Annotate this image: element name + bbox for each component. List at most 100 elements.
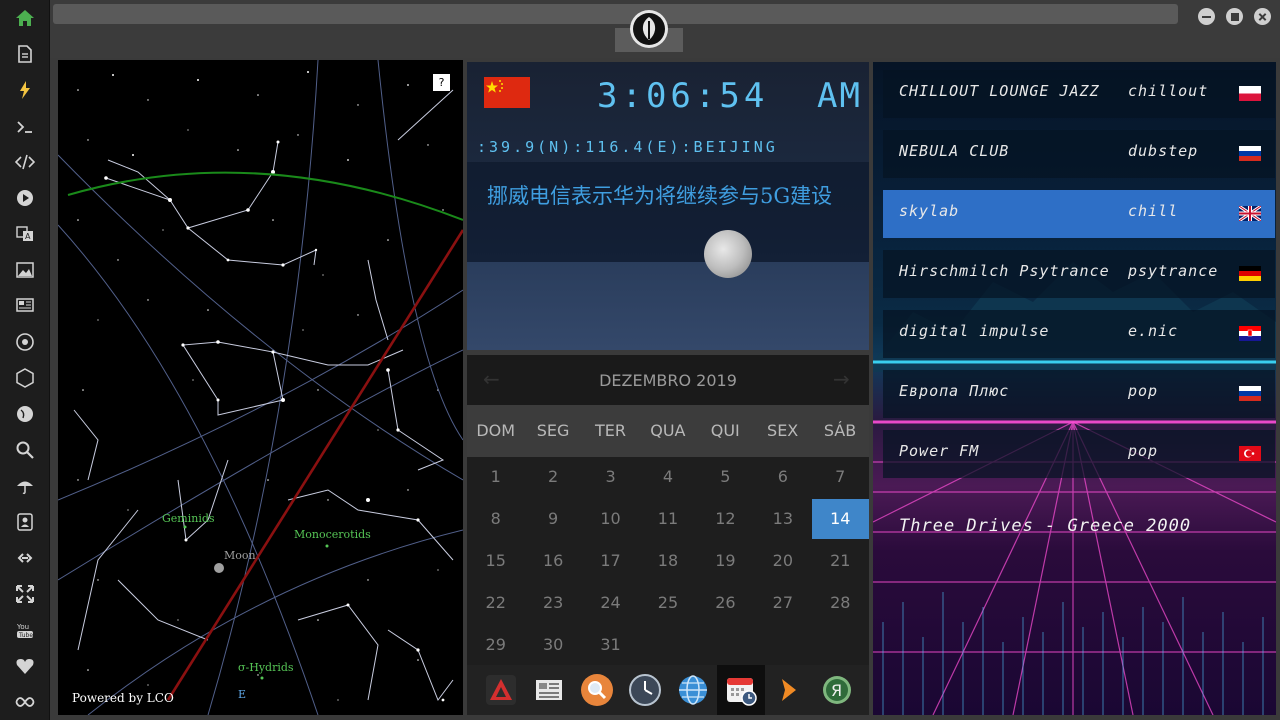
calendar-month-title: DEZEMBRO 2019 bbox=[599, 371, 737, 390]
calendar-day[interactable]: 17 bbox=[582, 541, 639, 581]
calendar-day[interactable]: 9 bbox=[524, 499, 581, 539]
globe-app-icon[interactable] bbox=[675, 672, 711, 708]
svg-text:Я: Я bbox=[831, 681, 842, 700]
station-genre: chill bbox=[1128, 202, 1179, 220]
calendar-day[interactable]: 20 bbox=[754, 541, 811, 581]
hydrids-label: σ-Hydrids bbox=[238, 661, 294, 674]
calendar-day[interactable]: 11 bbox=[639, 499, 696, 539]
contacts-icon[interactable] bbox=[12, 509, 38, 535]
hexagon-icon[interactable] bbox=[12, 365, 38, 391]
translate-icon[interactable]: A bbox=[12, 221, 38, 247]
clock-app-icon[interactable] bbox=[627, 672, 663, 708]
station-row[interactable]: Power FM pop bbox=[883, 430, 1275, 478]
station-row[interactable]: Европа Плюс pop bbox=[883, 370, 1275, 418]
link-icon[interactable] bbox=[12, 545, 38, 571]
home-icon[interactable] bbox=[12, 5, 38, 31]
station-row[interactable]: digital impulse e.nic bbox=[883, 310, 1275, 358]
calendar-day[interactable]: 16 bbox=[524, 541, 581, 581]
turkey-flag-icon bbox=[1239, 446, 1261, 461]
red-app-icon[interactable] bbox=[483, 672, 519, 708]
calendar-day[interactable]: 27 bbox=[754, 583, 811, 623]
play-icon[interactable] bbox=[12, 185, 38, 211]
station-genre: pop bbox=[1128, 442, 1159, 460]
calendar-day[interactable]: 31 bbox=[582, 625, 639, 665]
calendar-day[interactable]: 8 bbox=[467, 499, 524, 539]
calendar-day[interactable]: 7 bbox=[812, 457, 869, 497]
station-row-selected[interactable]: skylab chill bbox=[883, 190, 1275, 238]
sky-map[interactable]: ? Geminids Moon Monocerotids σ-Hydrids E… bbox=[58, 60, 463, 715]
calendar-next-button[interactable]: → bbox=[833, 367, 850, 391]
play-arrow-icon[interactable] bbox=[771, 672, 807, 708]
calendar-day[interactable]: 5 bbox=[697, 457, 754, 497]
calendar-day[interactable]: 19 bbox=[697, 541, 754, 581]
calendar-day[interactable]: 15 bbox=[467, 541, 524, 581]
radio-panel: CHILLOUT LOUNGE JAZZ chillout NEBULA CLU… bbox=[873, 62, 1276, 715]
now-playing-track: Three Drives - Greece 2000 bbox=[899, 516, 1192, 536]
youtube-icon[interactable]: You Tube bbox=[12, 617, 38, 643]
china-flag bbox=[484, 77, 530, 108]
news-headline[interactable]: 挪威电信表示华为将继续参与5G建设 bbox=[487, 182, 847, 211]
calendar-day[interactable]: 4 bbox=[639, 457, 696, 497]
calendar-day[interactable]: 18 bbox=[639, 541, 696, 581]
umbrella-icon[interactable] bbox=[12, 473, 38, 499]
calendar-header: ← DEZEMBRO 2019 → bbox=[467, 355, 869, 405]
calendar-day[interactable]: 1 bbox=[467, 457, 524, 497]
expand-icon[interactable] bbox=[12, 581, 38, 607]
infinity-icon[interactable] bbox=[12, 689, 38, 715]
calendar-day[interactable]: 28 bbox=[812, 583, 869, 623]
code-icon[interactable] bbox=[12, 149, 38, 175]
address-bar[interactable] bbox=[53, 4, 1178, 24]
geminids-label: Geminids bbox=[162, 512, 215, 525]
rebel-alliance-logo[interactable] bbox=[630, 10, 668, 48]
news-reader-icon[interactable] bbox=[531, 672, 567, 708]
rebel-icon[interactable] bbox=[12, 329, 38, 355]
calendar-day[interactable]: 6 bbox=[754, 457, 811, 497]
terminal-icon[interactable] bbox=[12, 114, 38, 140]
svg-text:You: You bbox=[16, 623, 29, 631]
station-row[interactable]: CHILLOUT LOUNGE JAZZ chillout bbox=[883, 70, 1275, 118]
bolt-icon[interactable] bbox=[12, 77, 38, 103]
calendar-app-icon[interactable] bbox=[717, 665, 765, 715]
calendar-day[interactable]: 24 bbox=[582, 583, 639, 623]
calendar-day[interactable]: 21 bbox=[812, 541, 869, 581]
image-icon[interactable] bbox=[12, 257, 38, 283]
calendar-day[interactable]: 13 bbox=[754, 499, 811, 539]
search-app-icon[interactable] bbox=[579, 672, 615, 708]
calendar-day[interactable]: 22 bbox=[467, 583, 524, 623]
close-button[interactable] bbox=[1254, 8, 1271, 25]
weekday-label: SÁB bbox=[823, 421, 857, 440]
sky-chart bbox=[58, 60, 463, 715]
maximize-button[interactable] bbox=[1226, 8, 1243, 25]
calendar-day[interactable]: 26 bbox=[697, 583, 754, 623]
station-row[interactable]: NEBULA CLUB dubstep bbox=[883, 130, 1275, 178]
heart-icon[interactable] bbox=[12, 653, 38, 679]
powered-by-label: Powered by LCO bbox=[72, 691, 174, 705]
app-window: A You Tube ? Geminids Moon Monocerotids … bbox=[0, 0, 1280, 720]
germany-flag-icon bbox=[1239, 266, 1261, 281]
calendar-day[interactable]: 25 bbox=[639, 583, 696, 623]
calendar-day[interactable]: 23 bbox=[524, 583, 581, 623]
globe-icon[interactable] bbox=[12, 401, 38, 427]
sky-help-button[interactable]: ? bbox=[433, 74, 450, 91]
station-name: Power FM bbox=[899, 442, 980, 460]
calendar-day[interactable]: 29 bbox=[467, 625, 524, 665]
calendar-day[interactable]: 3 bbox=[582, 457, 639, 497]
russia-flag-icon bbox=[1239, 146, 1261, 161]
calendar-day-today[interactable]: 14 bbox=[811, 499, 869, 539]
news-icon[interactable] bbox=[12, 292, 38, 318]
calendar-day[interactable]: 30 bbox=[524, 625, 581, 665]
calendar-day[interactable]: 2 bbox=[524, 457, 581, 497]
calendar-weekdays: DOM SEG TER QUA QUI SEX SÁB bbox=[467, 405, 869, 457]
calendar-day[interactable]: 12 bbox=[697, 499, 754, 539]
location-coordinates: :39.9(N):116.4(E):BEIJING bbox=[477, 138, 778, 156]
clock-time: 3:06:54 bbox=[597, 76, 769, 116]
weekday-label: QUA bbox=[650, 421, 686, 440]
calendar-day[interactable]: 10 bbox=[582, 499, 639, 539]
search-icon[interactable] bbox=[12, 437, 38, 463]
minimize-button[interactable] bbox=[1198, 8, 1215, 25]
yandex-icon[interactable]: Я bbox=[819, 672, 855, 708]
station-name: digital impulse bbox=[899, 322, 1050, 340]
top-bar bbox=[50, 0, 1280, 58]
station-row[interactable]: Hirschmilch Psytrance psytrance bbox=[883, 250, 1275, 298]
document-icon[interactable] bbox=[12, 41, 38, 67]
